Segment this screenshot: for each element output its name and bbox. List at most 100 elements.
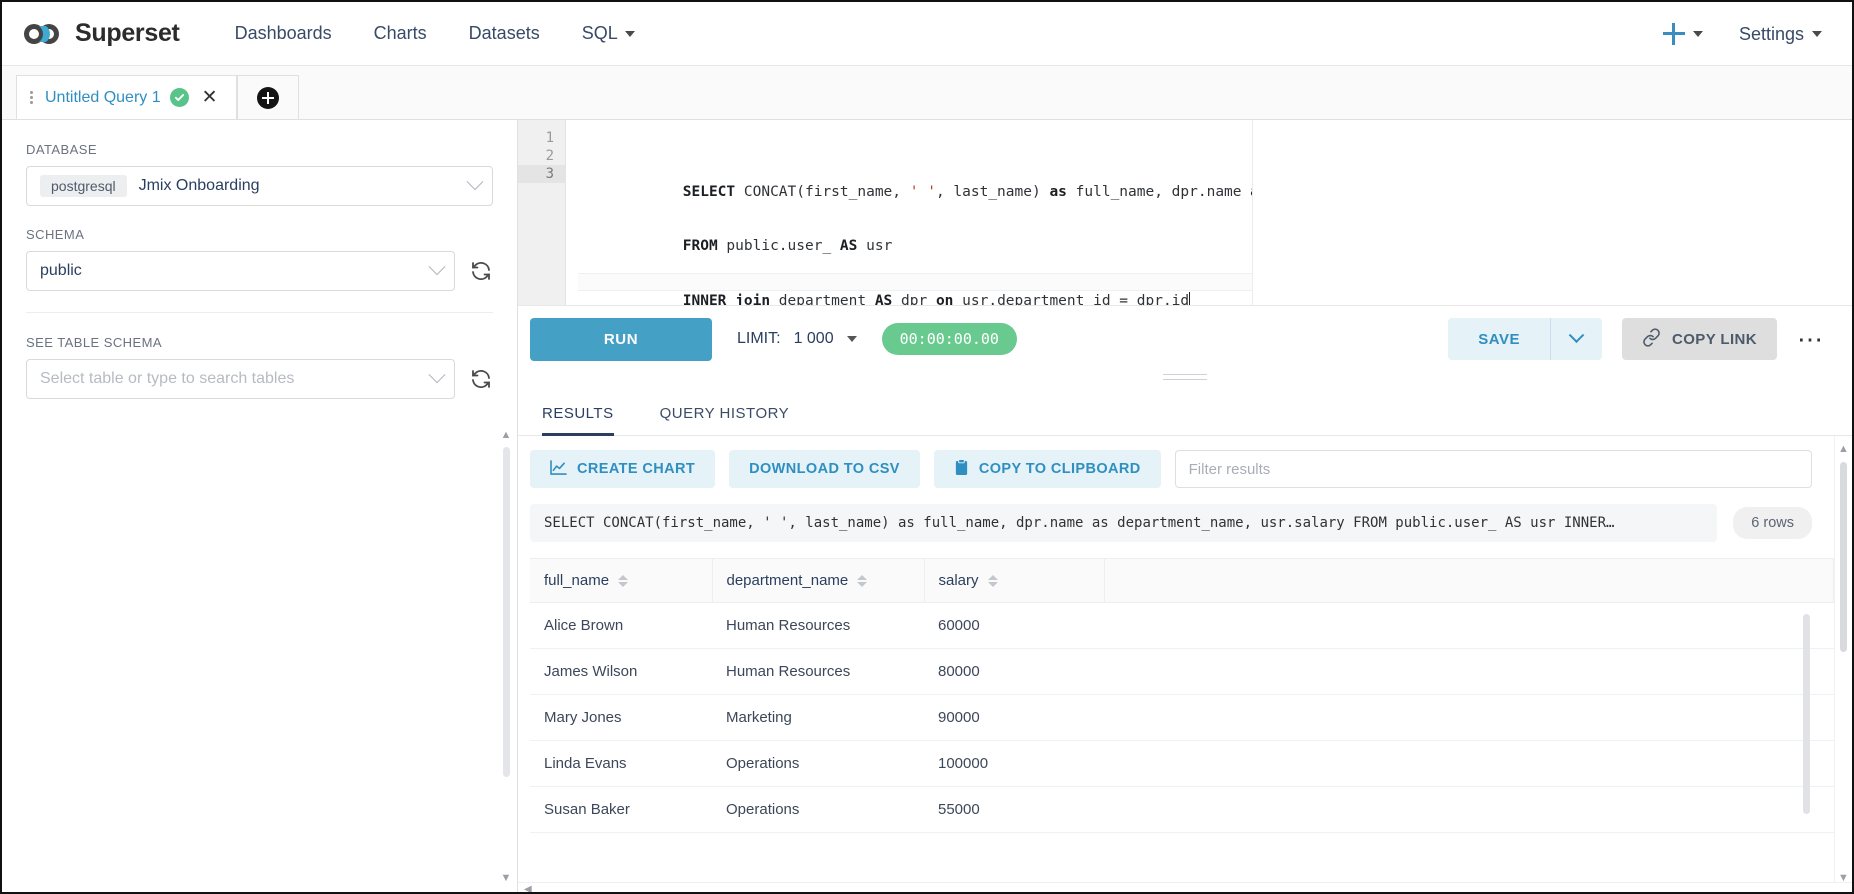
settings-menu[interactable]: Settings bbox=[1721, 24, 1830, 45]
results-action-bar: CREATE CHART DOWNLOAD TO CSV COPY TO CLI… bbox=[530, 450, 1834, 488]
scroll-thumb[interactable] bbox=[1803, 614, 1810, 814]
table-row[interactable]: James Wilson Human Resources 80000 bbox=[530, 649, 1834, 695]
nav-item-sql[interactable]: SQL bbox=[561, 14, 656, 54]
download-csv-button[interactable]: DOWNLOAD TO CSV bbox=[729, 450, 920, 488]
panel-resizer-row bbox=[518, 372, 1852, 388]
add-query-tab-button[interactable] bbox=[237, 75, 299, 119]
sql-code-area[interactable]: SELECT CONCAT(first_name, ' ', last_name… bbox=[566, 120, 1252, 305]
save-button[interactable]: SAVE bbox=[1448, 318, 1550, 360]
column-label: department_name bbox=[727, 572, 849, 589]
chevron-down-icon bbox=[847, 336, 857, 342]
top-navbar: Superset Dashboards Charts Datasets SQL bbox=[2, 2, 1852, 66]
scroll-thumb[interactable] bbox=[1840, 462, 1847, 652]
chevron-down-icon bbox=[429, 258, 446, 275]
ellipsis-icon[interactable]: ⋯ bbox=[1791, 326, 1830, 352]
nav-label-sql: SQL bbox=[582, 23, 618, 44]
results-body: CREATE CHART DOWNLOAD TO CSV COPY TO CLI… bbox=[518, 436, 1852, 892]
query-tab-untitled-query-1[interactable]: Untitled Query 1 ✕ bbox=[16, 75, 237, 119]
chevron-down-icon bbox=[1693, 31, 1703, 37]
query-tab-label: Untitled Query 1 bbox=[45, 89, 161, 107]
line-number: 3 bbox=[518, 165, 565, 183]
copy-clipboard-button[interactable]: COPY TO CLIPBOARD bbox=[934, 450, 1161, 488]
bottom-horizontal-scrollbar[interactable]: ◀ bbox=[518, 882, 1852, 892]
scroll-up-icon[interactable]: ▲ bbox=[1838, 444, 1849, 455]
results-outer-scrollbar[interactable]: ▲ ▼ bbox=[1834, 436, 1852, 892]
sidebar-divider bbox=[26, 312, 493, 313]
schema-field: SCHEMA public bbox=[26, 227, 493, 291]
column-label: full_name bbox=[544, 572, 609, 589]
cell-salary: 80000 bbox=[924, 649, 1104, 695]
sort-icon[interactable] bbox=[988, 575, 998, 587]
copy-link-button[interactable]: COPY LINK bbox=[1622, 318, 1777, 360]
scroll-left-icon[interactable]: ◀ bbox=[524, 884, 532, 894]
copy-link-label: COPY LINK bbox=[1672, 331, 1757, 348]
left-query-panel: DATABASE postgresql Jmix Onboarding SCHE… bbox=[2, 120, 518, 892]
query-timer: 00:00:00.00 bbox=[882, 323, 1017, 355]
cell-filler bbox=[1104, 603, 1834, 649]
column-header-salary[interactable]: salary bbox=[924, 559, 1104, 603]
superset-logo[interactable]: Superset bbox=[22, 19, 180, 48]
left-panel-scrollbar[interactable]: ▲ ▼ bbox=[499, 430, 513, 884]
tab-query-history[interactable]: QUERY HISTORY bbox=[648, 405, 802, 435]
cell-filler bbox=[1104, 695, 1834, 741]
panel-resize-handle[interactable] bbox=[1163, 374, 1207, 384]
schema-select[interactable]: public bbox=[26, 251, 455, 291]
database-value: Jmix Onboarding bbox=[139, 177, 260, 195]
column-header-full-name[interactable]: full_name bbox=[530, 559, 712, 603]
refresh-tables-icon[interactable] bbox=[469, 367, 493, 391]
table-row[interactable]: Alice Brown Human Resources 60000 bbox=[530, 603, 1834, 649]
line-number: 1 bbox=[518, 129, 565, 147]
close-icon[interactable]: ✕ bbox=[198, 88, 222, 107]
chevron-down-icon bbox=[1812, 31, 1822, 37]
refresh-schemas-icon[interactable] bbox=[469, 259, 493, 283]
cell-salary: 55000 bbox=[924, 787, 1104, 833]
filter-results-input[interactable] bbox=[1175, 450, 1812, 488]
cell-filler bbox=[1104, 741, 1834, 787]
results-table: full_name department_name bbox=[530, 558, 1834, 833]
scroll-thumb[interactable] bbox=[503, 447, 510, 777]
sql-editor[interactable]: 1 2 3 SELECT CONCAT(first_name, ' ', las… bbox=[518, 120, 1852, 306]
nav-item-dashboards[interactable]: Dashboards bbox=[214, 14, 353, 54]
editor-line-gutter: 1 2 3 bbox=[518, 120, 566, 305]
scroll-track[interactable] bbox=[1840, 462, 1847, 866]
table-row[interactable]: Linda Evans Operations 100000 bbox=[530, 741, 1834, 787]
drag-handle-icon[interactable] bbox=[27, 91, 36, 104]
nav-item-charts[interactable]: Charts bbox=[353, 14, 448, 54]
table-row[interactable]: Mary Jones Marketing 90000 bbox=[530, 695, 1834, 741]
chevron-down-icon bbox=[625, 31, 635, 37]
cell-salary: 60000 bbox=[924, 603, 1104, 649]
nav-label-datasets: Datasets bbox=[469, 23, 540, 44]
create-chart-button[interactable]: CREATE CHART bbox=[530, 450, 715, 488]
scroll-up-icon[interactable]: ▲ bbox=[501, 430, 512, 441]
sql-line-1: SELECT CONCAT(first_name, ' ', last_name… bbox=[578, 165, 1252, 183]
editor-toolbar: RUN LIMIT: 1 000 00:00:00.00 SAVE bbox=[518, 306, 1852, 372]
sort-icon[interactable] bbox=[857, 575, 867, 587]
cell-full-name: Linda Evans bbox=[530, 741, 712, 787]
line-number: 2 bbox=[518, 147, 565, 165]
row-count-badge: 6 rows bbox=[1733, 507, 1812, 539]
see-table-schema-label: SEE TABLE SCHEMA bbox=[26, 335, 493, 350]
sort-icon[interactable] bbox=[618, 575, 628, 587]
column-header-department-name[interactable]: department_name bbox=[712, 559, 924, 603]
column-label: salary bbox=[939, 572, 979, 589]
tab-results[interactable]: RESULTS bbox=[530, 405, 626, 435]
cell-filler bbox=[1104, 787, 1834, 833]
table-select[interactable]: Select table or type to search tables bbox=[26, 359, 455, 399]
database-select[interactable]: postgresql Jmix Onboarding bbox=[26, 166, 493, 206]
results-inner-scrollbar[interactable] bbox=[1803, 614, 1810, 886]
limit-value: 1 000 bbox=[794, 330, 834, 348]
limit-dropdown[interactable]: LIMIT: 1 000 bbox=[737, 330, 857, 348]
nav-item-datasets[interactable]: Datasets bbox=[448, 14, 561, 54]
cell-filler bbox=[1104, 649, 1834, 695]
right-editor-panel: 1 2 3 SELECT CONCAT(first_name, ' ', las… bbox=[518, 120, 1852, 892]
column-header-filler bbox=[1104, 559, 1834, 603]
save-dropdown-button[interactable] bbox=[1550, 318, 1602, 360]
scroll-track[interactable] bbox=[503, 447, 510, 867]
brand-title: Superset bbox=[75, 19, 180, 48]
table-row[interactable]: Susan Baker Operations 55000 bbox=[530, 787, 1834, 833]
copy-clipboard-label: COPY TO CLIPBOARD bbox=[979, 461, 1141, 477]
new-item-button[interactable] bbox=[1645, 23, 1721, 45]
workspace: DATABASE postgresql Jmix Onboarding SCHE… bbox=[2, 120, 1852, 892]
scroll-down-icon[interactable]: ▼ bbox=[501, 873, 512, 884]
run-button[interactable]: RUN bbox=[530, 318, 712, 361]
